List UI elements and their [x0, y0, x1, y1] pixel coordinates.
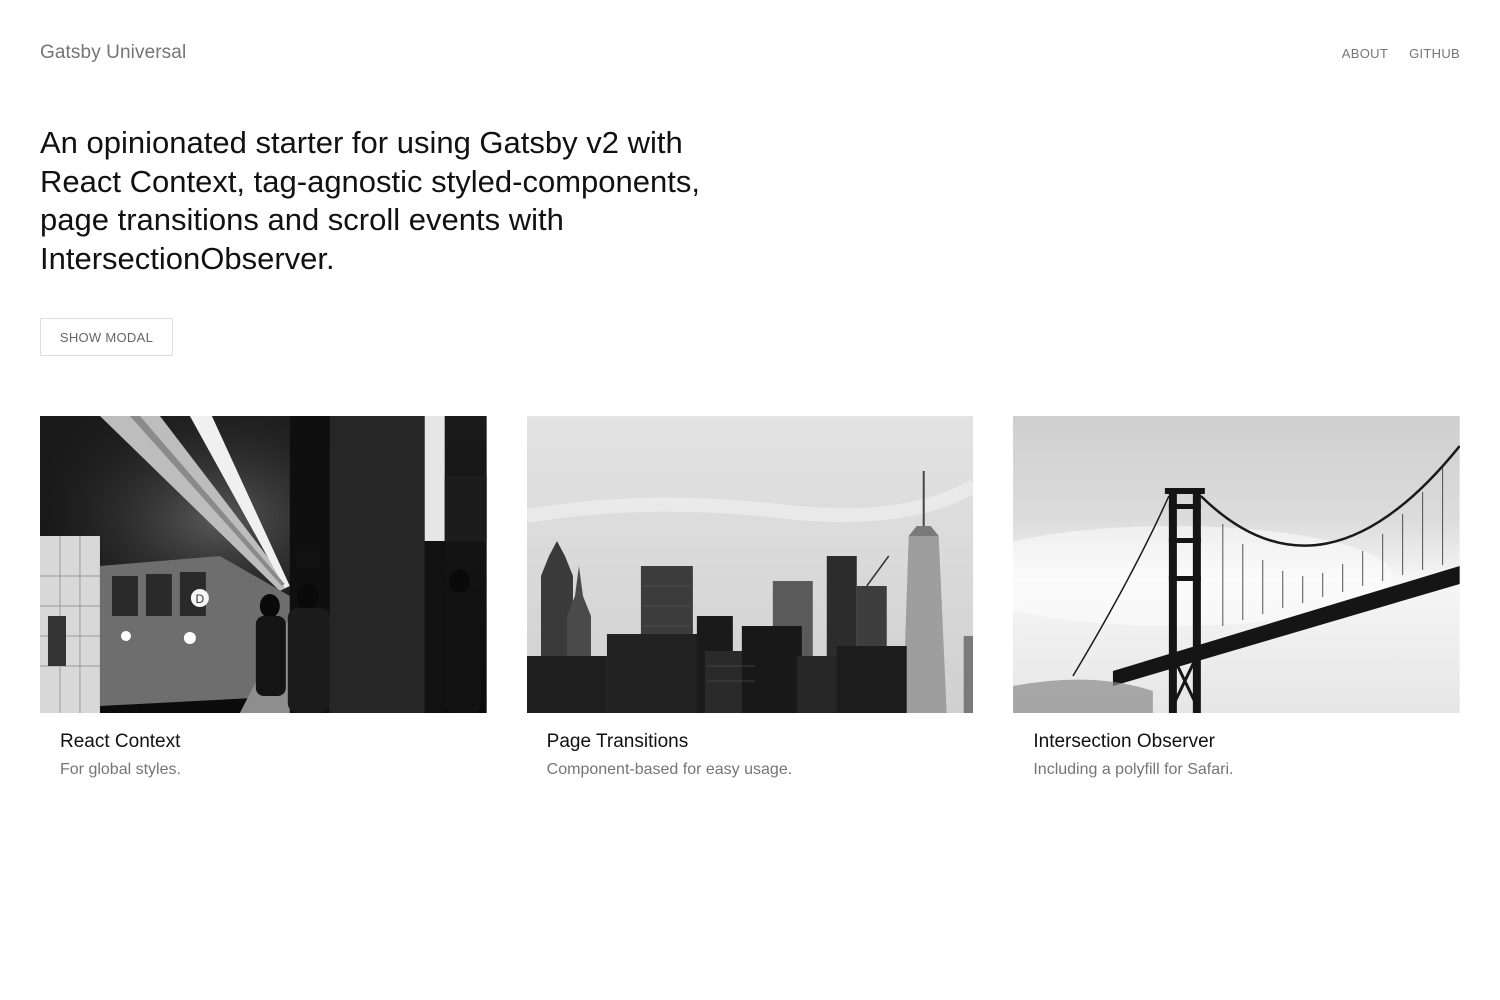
city-skyline-photo: [526, 416, 974, 713]
card-description: Including a polyfill for Safari.: [1033, 761, 1234, 778]
card-caption: Intersection Observer Including a polyfi…: [1013, 713, 1460, 779]
card-title: Intersection Observer: [1033, 731, 1215, 752]
intro-heading: An opinionated starter for using Gatsby …: [40, 125, 700, 276]
feature-card[interactable]: D React Context For global styles.: [40, 416, 487, 779]
site-header: Gatsby Universal ABOUT GITHUB: [40, 38, 1460, 68]
card-title: React Context: [60, 731, 181, 752]
subway-station-photo: D: [40, 416, 487, 713]
show-modal-button[interactable]: SHOW MODAL: [40, 318, 173, 356]
nav-link-github[interactable]: GITHUB: [1409, 46, 1460, 61]
suspension-bridge-photo: [1013, 416, 1461, 713]
card-title: Page Transitions: [546, 731, 689, 752]
svg-text:D: D: [196, 592, 205, 606]
main-nav: ABOUT GITHUB: [1342, 46, 1460, 61]
site-title-link[interactable]: Gatsby Universal: [40, 42, 186, 64]
feature-gallery: D React Context For global styles. Page …: [40, 416, 1461, 779]
card-description: For global styles.: [60, 761, 181, 778]
nav-link-about[interactable]: ABOUT: [1342, 46, 1388, 61]
feature-card[interactable]: Intersection Observer Including a polyfi…: [1013, 416, 1461, 779]
card-caption: React Context For global styles.: [40, 713, 487, 779]
feature-card[interactable]: Page Transitions Component-based for eas…: [526, 416, 974, 779]
card-description: Component-based for easy usage.: [546, 761, 793, 778]
card-caption: Page Transitions Component-based for eas…: [527, 713, 974, 779]
